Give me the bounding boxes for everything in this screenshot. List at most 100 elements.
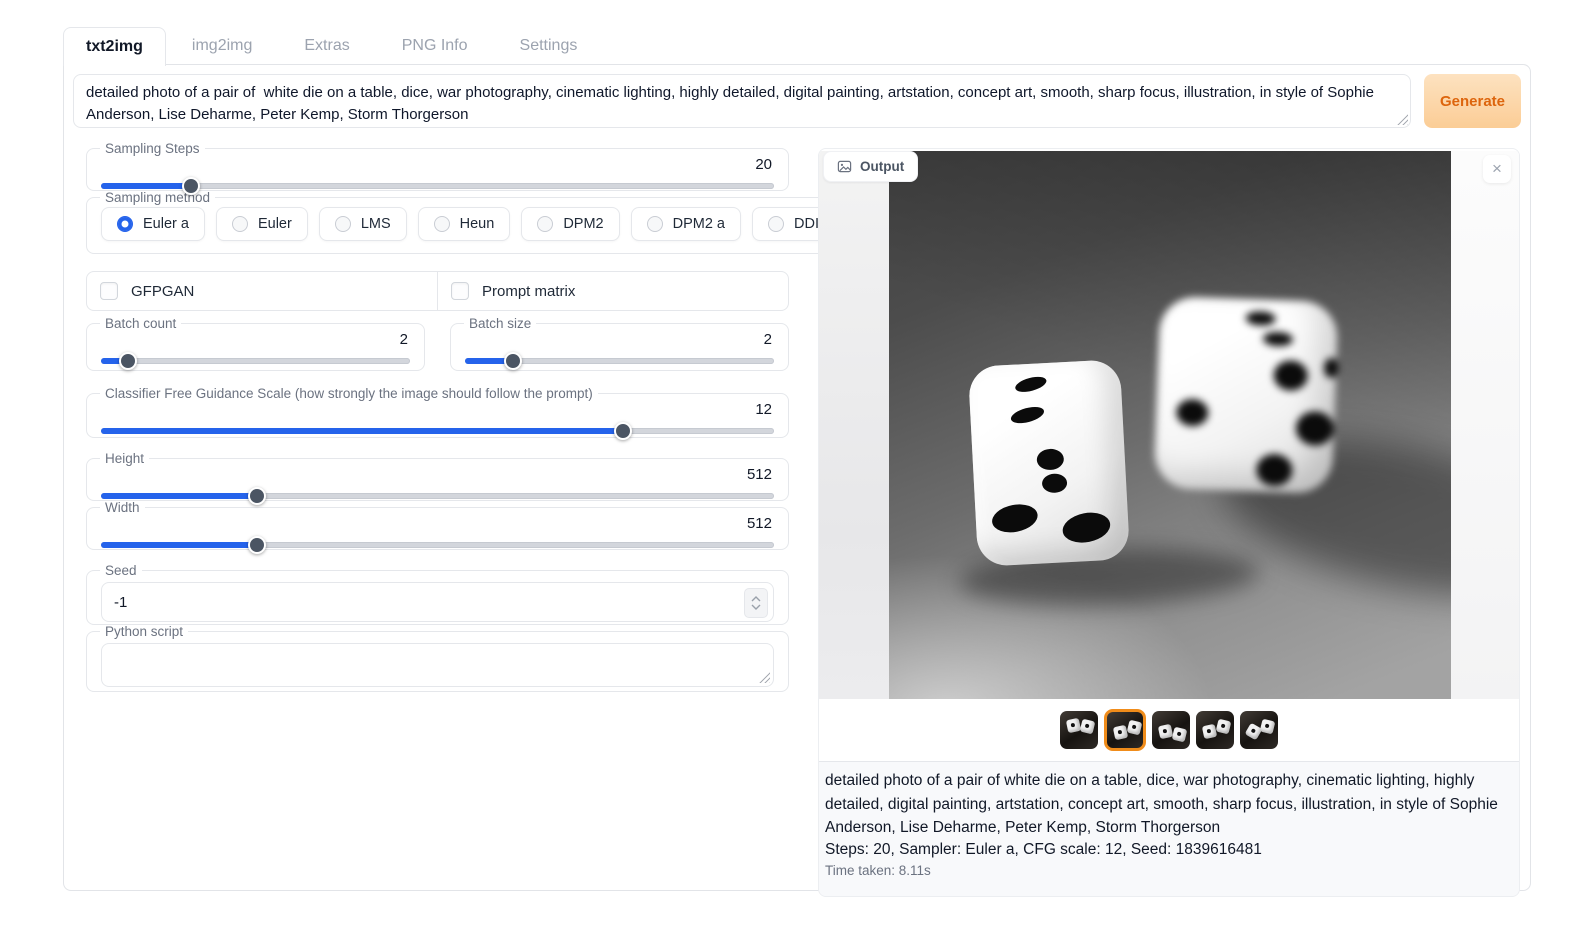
gfpgan-checkbox[interactable]	[100, 282, 118, 300]
python-script-label: Python script	[100, 624, 188, 639]
slider-fill	[101, 493, 258, 499]
slider-track	[101, 358, 410, 364]
thumbnail-4[interactable]	[1196, 711, 1234, 749]
seed-input[interactable]	[102, 583, 773, 621]
radio-label: Heun	[460, 216, 495, 232]
height-group: Height 512	[86, 451, 789, 501]
cfg-label: Classifier Free Guidance Scale (how stro…	[100, 386, 598, 401]
prompt-wrap: detailed photo of a pair of white die on…	[73, 74, 1411, 128]
radio-label: Euler a	[143, 216, 189, 232]
tab-extras[interactable]: Extras	[278, 27, 375, 65]
carousel-prev-slide[interactable]	[819, 151, 889, 699]
slider-fill	[101, 183, 192, 189]
radio-icon	[647, 216, 663, 232]
slider-fill	[101, 542, 258, 548]
thumbnail-strip	[819, 709, 1519, 751]
cfg-value: 12	[101, 401, 772, 418]
sampling-steps-group: Sampling Steps 20	[86, 141, 789, 191]
python-script-group: Python script	[86, 624, 789, 692]
slider-thumb[interactable]	[182, 177, 200, 195]
batch-row: Batch count 2 Batch size 2	[86, 316, 789, 371]
caption-params-text: Steps: 20, Sampler: Euler a, CFG scale: …	[825, 841, 1511, 859]
caption-prompt-text: detailed photo of a pair of white die on…	[825, 769, 1511, 840]
generate-button[interactable]: Generate	[1424, 74, 1521, 128]
radio-label: Euler	[258, 216, 292, 232]
radio-icon	[537, 216, 553, 232]
python-script-input[interactable]	[101, 643, 774, 687]
batch-count-label: Batch count	[100, 316, 181, 331]
radio-label: DPM2	[563, 216, 603, 232]
radio-label: DPM2 a	[673, 216, 725, 232]
sampling-steps-value: 20	[101, 156, 772, 173]
die-left	[968, 359, 1130, 567]
cfg-slider[interactable]	[101, 423, 774, 439]
tab-txt2img[interactable]: txt2img	[63, 27, 166, 66]
prompt-matrix-option[interactable]: Prompt matrix	[437, 272, 788, 310]
resize-handle-icon[interactable]	[758, 671, 770, 683]
thumbnail-2-selected[interactable]	[1104, 709, 1146, 751]
output-panel: Output × detailed photo of a pair of whi…	[818, 148, 1520, 897]
gfpgan-option[interactable]: GFPGAN	[87, 272, 437, 310]
caption-time-text: Time taken: 8.11s	[825, 863, 1511, 878]
radio-icon	[434, 216, 450, 232]
cfg-group: Classifier Free Guidance Scale (how stro…	[86, 386, 789, 438]
radio-label: LMS	[361, 216, 391, 232]
seed-label: Seed	[100, 563, 142, 578]
tab-png-info[interactable]: PNG Info	[376, 27, 494, 65]
txt2img-panel: detailed photo of a pair of white die on…	[63, 64, 1531, 891]
radio-dpm2[interactable]: DPM2	[521, 207, 619, 241]
generation-info: detailed photo of a pair of white die on…	[819, 761, 1519, 897]
image-icon	[837, 159, 852, 174]
prompt-row: detailed photo of a pair of white die on…	[73, 74, 1521, 128]
seed-group: Seed	[86, 563, 789, 625]
prompt-input[interactable]: detailed photo of a pair of white die on…	[73, 74, 1411, 128]
die-right	[1154, 296, 1339, 494]
tab-bar: txt2img img2img Extras PNG Info Settings	[63, 24, 603, 65]
slider-thumb[interactable]	[248, 536, 266, 554]
tab-settings[interactable]: Settings	[494, 27, 604, 65]
chevron-down-icon[interactable]	[751, 604, 761, 610]
thumbnail-3[interactable]	[1152, 711, 1190, 749]
batch-count-slider[interactable]	[101, 353, 410, 369]
slider-thumb[interactable]	[614, 422, 632, 440]
batch-count-value: 2	[101, 331, 408, 348]
height-label: Height	[100, 451, 149, 466]
radio-euler-a[interactable]: Euler a	[101, 207, 205, 241]
prompt-matrix-checkbox[interactable]	[451, 282, 469, 300]
prompt-matrix-label: Prompt matrix	[482, 283, 575, 300]
output-header: Output	[823, 151, 918, 182]
close-icon[interactable]: ×	[1483, 155, 1511, 183]
carousel-next-slide[interactable]	[1451, 151, 1520, 699]
generated-image[interactable]	[889, 151, 1451, 699]
height-value: 512	[101, 466, 772, 483]
radio-icon	[768, 216, 784, 232]
batch-size-label: Batch size	[464, 316, 536, 331]
height-slider[interactable]	[101, 488, 774, 504]
seed-input-wrap	[101, 582, 774, 622]
slider-thumb[interactable]	[119, 352, 137, 370]
toggles-box: GFPGAN Prompt matrix	[86, 271, 789, 311]
sampling-steps-label: Sampling Steps	[100, 141, 205, 156]
radio-icon	[232, 216, 248, 232]
width-group: Width 512	[86, 500, 789, 550]
thumbnail-1[interactable]	[1060, 711, 1098, 749]
radio-lms[interactable]: LMS	[319, 207, 407, 241]
chevron-up-icon[interactable]	[751, 596, 761, 602]
batch-size-group: Batch size 2	[450, 316, 789, 371]
batch-size-slider[interactable]	[465, 353, 774, 369]
slider-thumb[interactable]	[248, 487, 266, 505]
tab-img2img[interactable]: img2img	[166, 27, 278, 65]
output-gallery: Output ×	[819, 149, 1519, 761]
batch-count-group: Batch count 2	[86, 316, 425, 371]
batch-size-value: 2	[465, 331, 772, 348]
width-slider[interactable]	[101, 537, 774, 553]
output-label: Output	[860, 159, 904, 174]
radio-dpm2-a[interactable]: DPM2 a	[631, 207, 741, 241]
radio-euler[interactable]: Euler	[216, 207, 308, 241]
thumbnail-5[interactable]	[1240, 711, 1278, 749]
slider-fill	[101, 428, 624, 434]
radio-heun[interactable]: Heun	[418, 207, 511, 241]
slider-thumb[interactable]	[504, 352, 522, 370]
seed-stepper[interactable]	[744, 588, 768, 618]
sampling-steps-slider[interactable]	[101, 178, 774, 194]
